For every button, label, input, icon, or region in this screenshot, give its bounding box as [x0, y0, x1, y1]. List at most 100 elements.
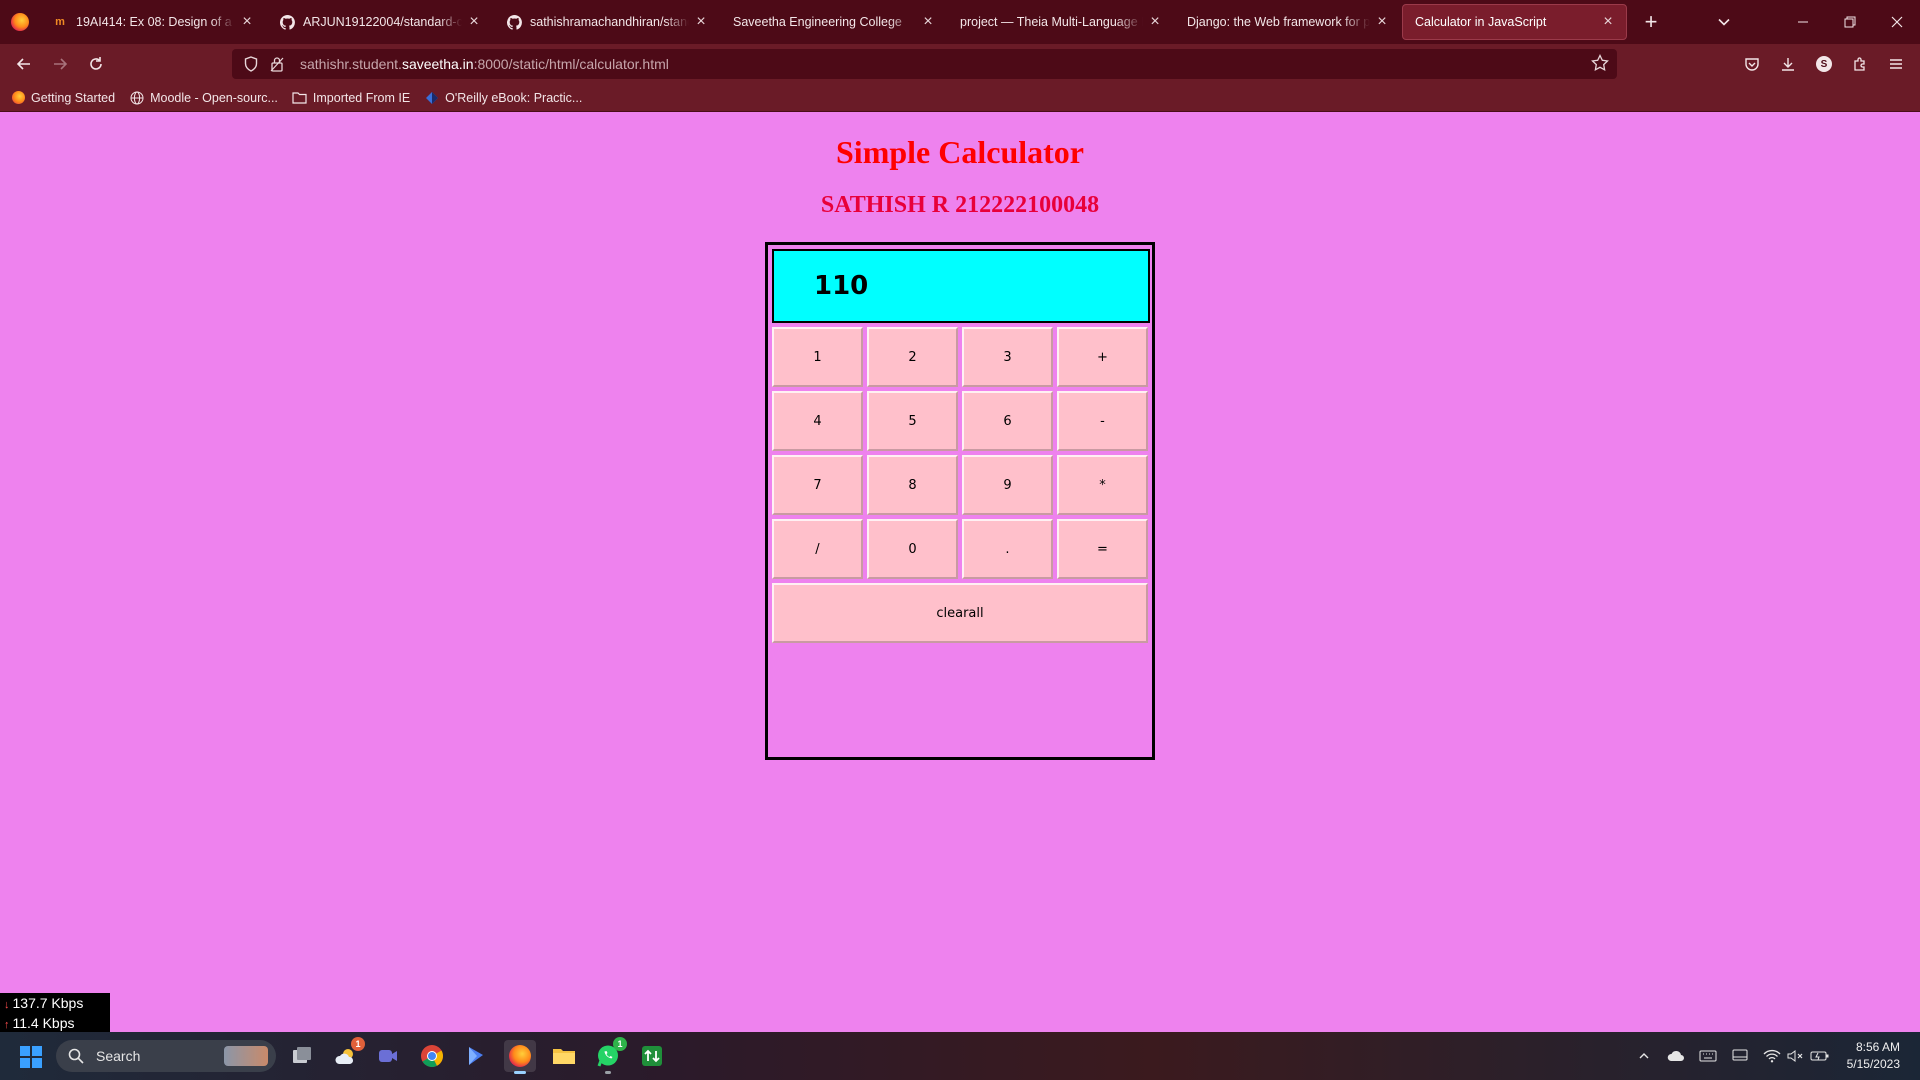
- close-tab-icon[interactable]: ×: [693, 13, 709, 30]
- back-arrow-icon[interactable]: [10, 50, 38, 78]
- copilot-bing-icon[interactable]: [460, 1040, 492, 1072]
- keyboard-icon[interactable]: [1696, 1044, 1720, 1068]
- key-1[interactable]: 1: [772, 327, 863, 387]
- weather-badge: 1: [351, 1037, 365, 1051]
- tab-7-active[interactable]: Calculator in JavaScript ×: [1402, 4, 1627, 40]
- tab-title: ARJUN19122004/standard-calcu: [303, 15, 462, 29]
- task-view-icon[interactable]: [286, 1040, 318, 1072]
- firefox-menu-icon[interactable]: [0, 0, 40, 44]
- key-multiply[interactable]: *: [1057, 455, 1148, 515]
- restore-icon[interactable]: [1827, 0, 1873, 44]
- hamburger-menu-icon[interactable]: [1882, 50, 1910, 78]
- tab-title: Django: the Web framework for perf: [1187, 15, 1370, 29]
- new-tab-plus-icon[interactable]: +: [1635, 6, 1667, 38]
- onedrive-cloud-icon[interactable]: [1664, 1044, 1688, 1068]
- tab-title: sathishramachandhiran/standar: [530, 15, 689, 29]
- calculator-display[interactable]: 110: [772, 249, 1150, 323]
- key-divide[interactable]: /: [772, 519, 863, 579]
- tab-2[interactable]: ARJUN19122004/standard-calcu ×: [267, 4, 492, 40]
- forward-arrow-icon[interactable]: [46, 50, 74, 78]
- reload-icon[interactable]: [82, 50, 110, 78]
- windows-start-icon[interactable]: [20, 1046, 42, 1068]
- tab-3[interactable]: sathishramachandhiran/standar ×: [494, 4, 719, 40]
- system-clock[interactable]: 8:56 AM 5/15/2023: [1847, 1039, 1900, 1073]
- chrome-icon[interactable]: [416, 1040, 448, 1072]
- close-tab-icon[interactable]: ×: [1374, 13, 1390, 30]
- key-equals[interactable]: =: [1057, 519, 1148, 579]
- search-icon: [68, 1048, 86, 1064]
- tab-5[interactable]: project — Theia Multi-Language Ex ×: [948, 4, 1173, 40]
- taskbar-search-box[interactable]: Search: [56, 1040, 276, 1072]
- bookmark-imported-from-ie[interactable]: Imported From IE: [292, 90, 410, 106]
- bookmark-getting-started[interactable]: Getting Started: [10, 90, 115, 106]
- close-tab-icon[interactable]: ×: [239, 13, 255, 30]
- volume-muted-icon[interactable]: [1784, 1044, 1808, 1068]
- key-6[interactable]: 6: [962, 391, 1053, 451]
- key-8[interactable]: 8: [867, 455, 958, 515]
- page-subtitle: SATHISH R 212222100048: [820, 192, 1100, 218]
- page-title: Simple Calculator: [836, 134, 1084, 170]
- key-7[interactable]: 7: [772, 455, 863, 515]
- extensions-puzzle-icon[interactable]: [1846, 50, 1874, 78]
- download-speed: 137.7 Kbps: [12, 995, 84, 1011]
- minimize-icon[interactable]: [1780, 0, 1826, 44]
- tab-1[interactable]: m 19AI414: Ex 08: Design of a Stan ×: [40, 4, 265, 40]
- tab-title: 19AI414: Ex 08: Design of a Stan: [76, 15, 235, 29]
- key-decimal[interactable]: .: [962, 519, 1053, 579]
- torrent-app-icon[interactable]: [636, 1040, 668, 1072]
- calculator: 110 1 2 3 + 4 5 6 - 7 8 9 * / 0 . = clea…: [765, 242, 1155, 760]
- key-plus[interactable]: +: [1057, 327, 1148, 387]
- close-tab-icon[interactable]: ×: [1600, 13, 1616, 30]
- tab-title: Saveetha Engineering College: [733, 15, 902, 29]
- bookmark-moodle[interactable]: Moodle - Open-sourc...: [129, 90, 278, 106]
- page-content: Simple Calculator SATHISH R 212222100048…: [0, 112, 1920, 1032]
- clock-date: 5/15/2023: [1846, 1057, 1900, 1071]
- download-icon[interactable]: [1774, 50, 1802, 78]
- moodle-icon: m: [55, 16, 65, 28]
- bookmark-star-icon[interactable]: [1591, 53, 1609, 77]
- key-5[interactable]: 5: [867, 391, 958, 451]
- file-explorer-icon[interactable]: [548, 1040, 580, 1072]
- account-avatar-icon[interactable]: S: [1810, 50, 1838, 78]
- url-domain: saveetha.in: [401, 56, 474, 72]
- github-icon: [506, 14, 522, 30]
- key-minus[interactable]: -: [1057, 391, 1148, 451]
- up-arrow-icon: ↑: [4, 1019, 10, 1031]
- key-0[interactable]: 0: [867, 519, 958, 579]
- tab-6[interactable]: Django: the Web framework for perf ×: [1175, 4, 1400, 40]
- close-tab-icon[interactable]: ×: [466, 13, 482, 30]
- pocket-icon[interactable]: [1738, 50, 1766, 78]
- display-icon[interactable]: [1728, 1044, 1752, 1068]
- close-tab-icon[interactable]: ×: [920, 13, 936, 30]
- key-9[interactable]: 9: [962, 455, 1053, 515]
- key-4[interactable]: 4: [772, 391, 863, 451]
- close-tab-icon[interactable]: ×: [1147, 13, 1163, 30]
- profile-initial: S: [1816, 56, 1832, 72]
- network-speed-meter: ↓ 137.7 Kbps ↑ 11.4 Kbps: [0, 993, 110, 1032]
- bookmark-oreilly[interactable]: O'Reilly eBook: Practic...: [424, 90, 582, 106]
- whatsapp-icon[interactable]: 1: [592, 1037, 627, 1074]
- tab-4[interactable]: Saveetha Engineering College ×: [721, 4, 946, 40]
- globe-icon: [129, 90, 145, 106]
- upload-speed-row: ↑ 11.4 Kbps: [4, 1014, 110, 1034]
- clear-all-button[interactable]: clearall: [772, 583, 1148, 643]
- url-text[interactable]: sathishr.student.saveetha.in:8000/static…: [300, 56, 669, 72]
- key-3[interactable]: 3: [962, 327, 1053, 387]
- list-all-tabs-chevron-icon[interactable]: [1710, 8, 1738, 36]
- firefox-taskbar-icon[interactable]: [504, 1040, 536, 1074]
- battery-icon[interactable]: [1808, 1044, 1832, 1068]
- windows-taskbar: Search 1 1 8:56 AM 5/15/2023: [0, 1032, 1920, 1080]
- insecure-lock-icon[interactable]: [266, 56, 288, 72]
- bookmark-label: Imported From IE: [312, 90, 411, 105]
- key-2[interactable]: 2: [867, 327, 958, 387]
- address-bar[interactable]: sathishr.student.saveetha.in:8000/static…: [232, 49, 1617, 79]
- github-icon: [279, 14, 295, 30]
- show-hidden-icons-chevron-icon[interactable]: [1632, 1044, 1656, 1068]
- weather-widget-icon[interactable]: 1: [330, 1037, 365, 1072]
- close-window-icon[interactable]: [1874, 0, 1920, 44]
- tracking-shield-icon[interactable]: [240, 56, 262, 72]
- url-prefix: sathishr.student.: [300, 56, 402, 72]
- teams-meet-icon[interactable]: [372, 1040, 404, 1072]
- download-speed-row: ↓ 137.7 Kbps: [4, 994, 110, 1014]
- wifi-icon[interactable]: [1760, 1044, 1784, 1068]
